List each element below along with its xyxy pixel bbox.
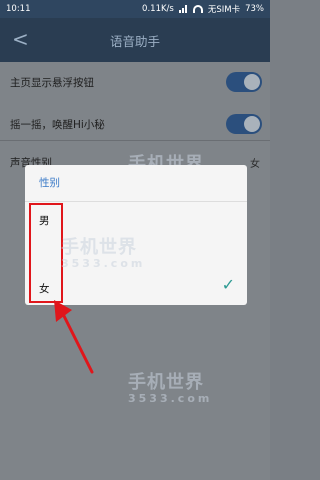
status-right: 0.11K/s 无SIM卡 73% — [142, 3, 264, 15]
status-time: 10:11 — [6, 4, 31, 14]
sim-status: 无SIM卡 — [207, 5, 241, 15]
highlight-box — [29, 203, 63, 303]
watermark-logo: 手机世界3533.com — [128, 372, 213, 405]
gender-dialog: 性别 男 女 ✓ 手机世界 3533.com — [25, 165, 247, 305]
setting-row-floating-button[interactable]: 主页显示悬浮按钮 — [0, 62, 270, 102]
wifi-icon — [192, 5, 203, 13]
checkmark-icon: ✓ — [221, 275, 235, 294]
setting-row-shake[interactable]: 摇一摇，唤醒Hi小秘 — [0, 104, 270, 144]
battery-level: 73% — [245, 4, 264, 14]
setting-label: 主页显示悬浮按钮 — [10, 76, 94, 89]
setting-label: 摇一摇，唤醒Hi小秘 — [10, 118, 105, 131]
voice-gender-value: 女 — [250, 158, 260, 170]
network-speed: 0.11K/s — [142, 4, 174, 14]
shake-toggle[interactable] — [226, 114, 262, 134]
floating-button-toggle[interactable] — [226, 72, 262, 92]
divider — [0, 140, 270, 141]
back-icon[interactable]: < — [12, 28, 29, 50]
page-title: 语音助手 — [109, 33, 160, 49]
status-bar: 10:11 0.11K/s 无SIM卡 73% — [0, 0, 270, 18]
dialog-title: 性别 — [39, 177, 60, 189]
watermark-logo: 手机世界3533.com — [61, 237, 146, 270]
signal-icon — [178, 5, 188, 13]
app-bar: < 语音助手 — [0, 18, 270, 62]
dialog-divider — [25, 201, 247, 202]
annotation-arrow-icon — [54, 300, 94, 374]
